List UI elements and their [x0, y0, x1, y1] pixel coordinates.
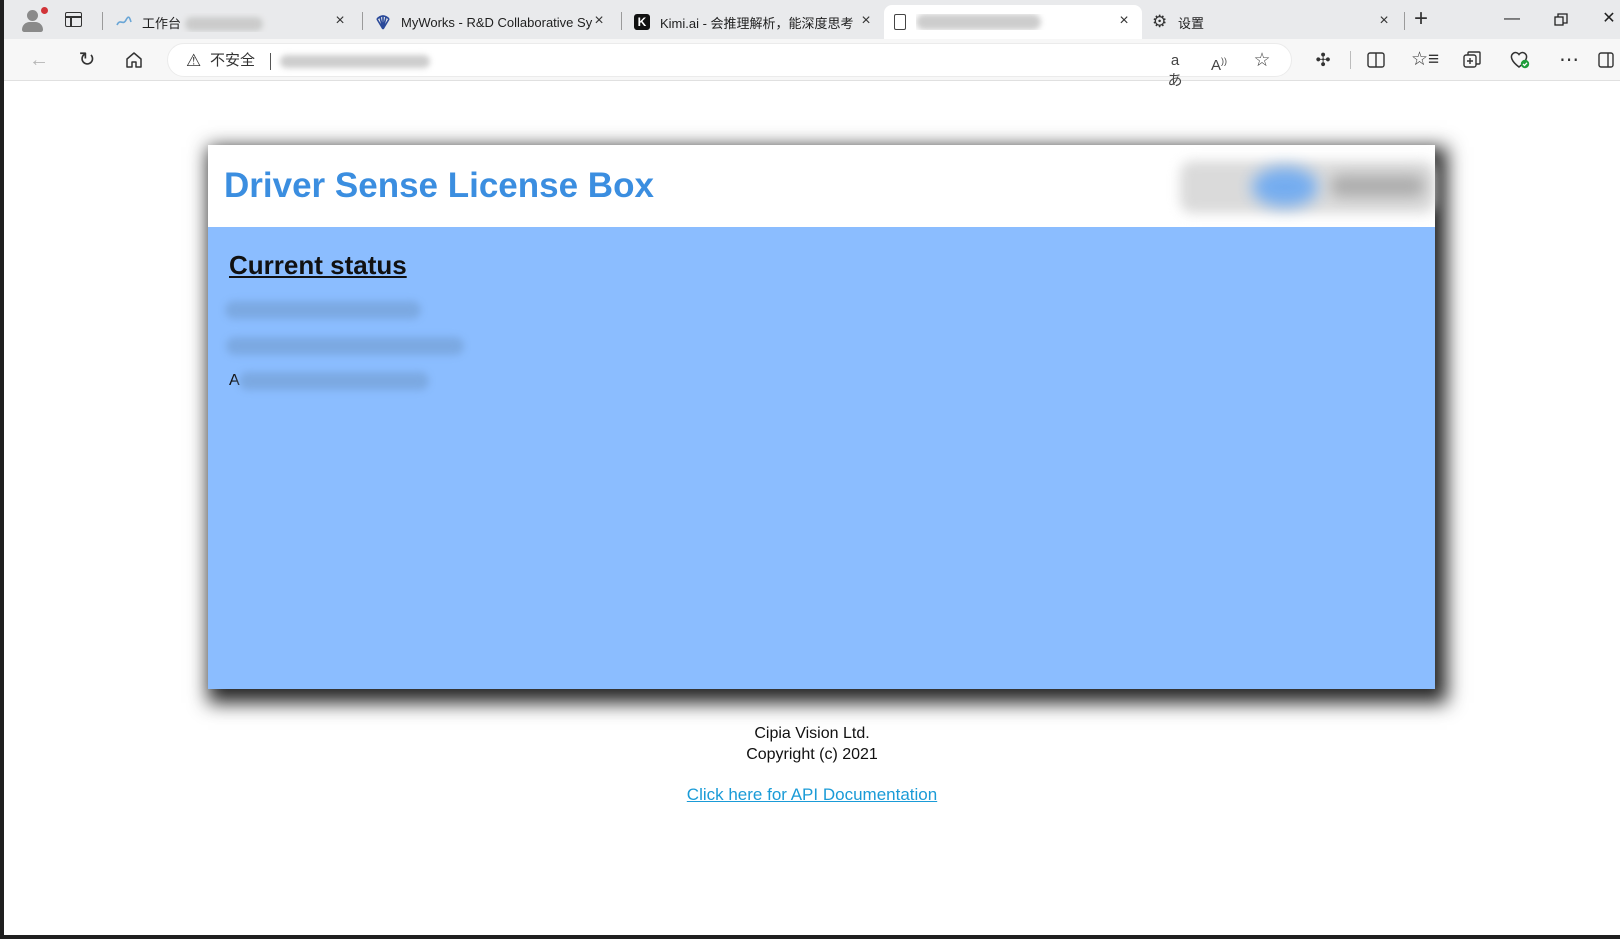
tab-active[interactable]: × — [884, 5, 1142, 39]
gear-icon: ⚙ — [1152, 12, 1168, 31]
close-tab-icon[interactable]: × — [591, 13, 607, 29]
toolbar-separator — [1350, 51, 1351, 69]
tab-workbench[interactable]: 工作台 × — [108, 5, 358, 39]
translate-icon[interactable]: aあ — [1164, 51, 1186, 89]
close-tab-icon[interactable]: × — [332, 13, 348, 29]
url-text[interactable] — [280, 55, 430, 68]
minimize-button[interactable]: — — [1500, 8, 1524, 32]
profile-avatar-icon[interactable] — [18, 6, 48, 34]
home-button[interactable] — [121, 47, 147, 73]
footer-company: Cipia Vision Ltd. — [754, 725, 870, 742]
tab-kimi[interactable]: K Kimi.ai - 会推理解析，能深度思考 × — [626, 5, 884, 39]
kimi-k-icon: K — [634, 14, 650, 30]
status-line: A — [229, 372, 429, 390]
tab-title — [916, 14, 1142, 31]
tab-separator — [621, 12, 622, 30]
extensions-icon[interactable]: ✣ — [1310, 47, 1336, 73]
card-header: Driver Sense License Box — [208, 145, 1435, 227]
sidebar-toggle-icon[interactable] — [1596, 47, 1616, 73]
api-documentation-link[interactable]: Click here for API Documentation — [687, 785, 937, 804]
tab-title: 工作台 — [142, 13, 358, 32]
read-aloud-icon[interactable]: A)) — [1208, 51, 1230, 74]
restore-button[interactable] — [1549, 8, 1573, 32]
collections-icon[interactable] — [1459, 47, 1485, 73]
browser-toolbar: ← ↻ ⚠ 不安全 aあ A)) ☆ ✣ ☆≡ ⋯ — [4, 39, 1620, 89]
redacted-text — [225, 301, 421, 319]
tab-title: Kimi.ai - 会推理解析，能深度思考 — [660, 15, 854, 31]
status-heading: Current status — [229, 250, 407, 280]
redacted-text — [239, 372, 429, 390]
redacted-logo — [1180, 153, 1435, 215]
favorite-star-icon[interactable]: ☆ — [1251, 51, 1273, 71]
warning-icon[interactable]: ⚠ — [186, 51, 201, 71]
more-options-icon[interactable]: ⋯ — [1556, 47, 1582, 73]
tab-settings[interactable]: ⚙ 设置 × — [1144, 5, 1402, 39]
footer-copyright: Copyright (c) 2021 — [746, 746, 878, 763]
address-bar[interactable]: ⚠ 不安全 aあ A)) ☆ — [167, 43, 1292, 89]
redacted-text — [226, 337, 464, 355]
address-divider — [270, 53, 271, 70]
tab-separator — [102, 12, 103, 30]
tab-myworks[interactable]: MyWorks - R&D Collaborative Sy × — [367, 5, 617, 39]
tab-title: MyWorks - R&D Collaborative Sy — [401, 14, 593, 30]
shell-logo-icon — [375, 14, 391, 30]
redacted-text — [916, 14, 1041, 31]
split-screen-icon[interactable] — [1363, 47, 1389, 73]
refresh-button[interactable]: ↻ — [74, 47, 100, 73]
new-tab-button[interactable]: + — [1409, 7, 1433, 32]
tab-title: 设置 — [1178, 15, 1205, 31]
back-button[interactable]: ← — [26, 47, 52, 73]
close-tab-icon[interactable]: × — [858, 13, 874, 29]
browser-essentials-icon[interactable] — [1507, 47, 1533, 73]
tab-strip: 工作台 × MyWorks - R&D Collaborative Sy × K… — [4, 0, 1620, 39]
redacted-text — [184, 17, 263, 32]
close-tab-icon[interactable]: × — [1376, 13, 1392, 29]
tab-separator — [1404, 12, 1405, 30]
security-label[interactable]: 不安全 — [210, 52, 255, 70]
page-title: Driver Sense License Box — [224, 166, 654, 205]
browser-window: 工作台 × MyWorks - R&D Collaborative Sy × K… — [0, 0, 1620, 939]
tab-separator — [362, 12, 363, 30]
favorites-icon[interactable]: ☆≡ — [1411, 47, 1439, 73]
license-box-card: Driver Sense License Box Current status … — [208, 145, 1435, 689]
close-tab-icon[interactable]: × — [1116, 13, 1132, 29]
page-icon — [894, 14, 906, 30]
close-window-button[interactable]: ✕ — [1597, 8, 1620, 32]
redacted-text — [280, 55, 430, 68]
tab-actions-icon[interactable] — [65, 12, 82, 27]
app-logo-icon — [116, 14, 132, 30]
footer-link-row: Click here for API Documentation — [4, 785, 1620, 805]
status-panel: Current status A — [208, 227, 1435, 689]
